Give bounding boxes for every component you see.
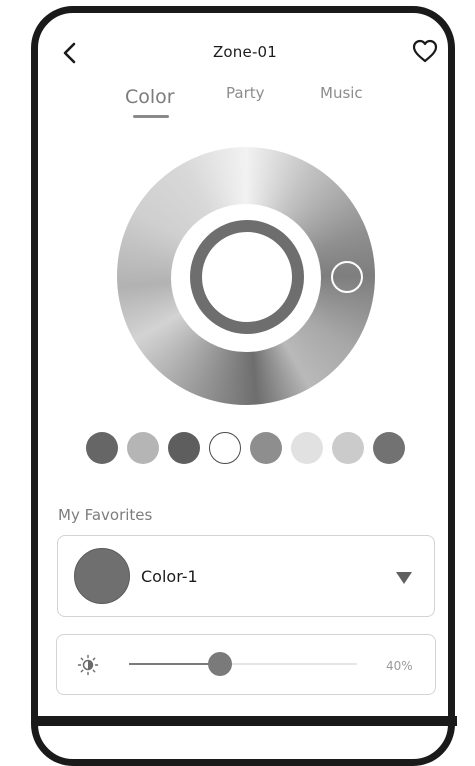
favorite-color-name: Color-1 [141, 567, 198, 586]
brightness-slider-thumb[interactable] [208, 652, 233, 676]
brightness-icon [77, 654, 99, 676]
page-title: Zone-01 [212, 43, 278, 61]
selected-color-preview [190, 220, 304, 334]
triangle-down-icon[interactable] [396, 572, 412, 584]
favorite-color-circle [74, 548, 130, 604]
color-swatch[interactable] [250, 432, 282, 464]
color-swatch[interactable] [86, 432, 118, 464]
bottom-frame-edge [35, 716, 457, 726]
heart-icon [412, 39, 438, 63]
tab-party[interactable]: Party [226, 84, 265, 102]
back-button[interactable] [58, 38, 86, 68]
favorites-label: My Favorites [58, 506, 153, 524]
tab-color[interactable]: Color [125, 86, 175, 108]
color-swatch[interactable] [168, 432, 200, 464]
frame-edge-mask [463, 0, 475, 726]
brightness-value: 40% [386, 659, 413, 673]
color-swatch[interactable] [209, 432, 241, 464]
color-swatch[interactable] [291, 432, 323, 464]
color-wheel-handle[interactable] [331, 261, 363, 293]
color-swatch[interactable] [332, 432, 364, 464]
color-swatch[interactable] [127, 432, 159, 464]
active-tab-indicator [133, 115, 169, 118]
tab-music[interactable]: Music [320, 84, 363, 102]
favorite-button[interactable] [410, 37, 440, 65]
brightness-slider-fill [129, 663, 221, 665]
chevron-left-icon [63, 42, 76, 64]
color-swatch[interactable] [373, 432, 405, 464]
